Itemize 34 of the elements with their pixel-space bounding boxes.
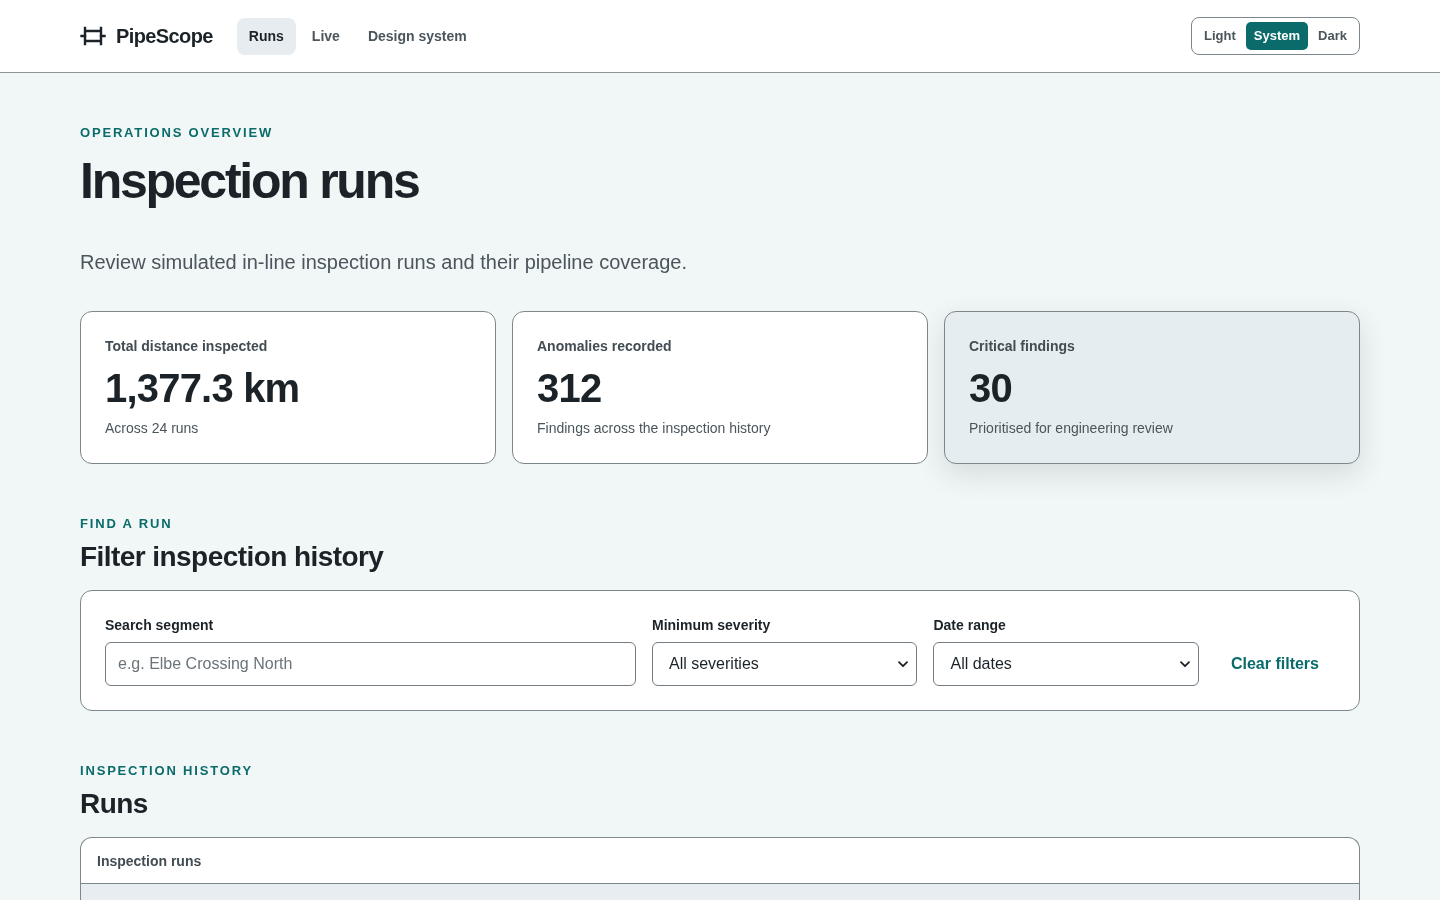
stat-note: Across 24 runs xyxy=(105,419,200,438)
section-eyebrow: OPERATIONS OVERVIEW xyxy=(80,124,274,142)
brand-name: PipeScope xyxy=(116,24,213,49)
nav-tab[interactable]: Runs xyxy=(236,17,296,55)
field-label: Date range xyxy=(933,616,1007,635)
clear-filters-link[interactable]: Clear filters xyxy=(1214,642,1335,686)
pipe-logo-icon xyxy=(80,26,106,46)
page-description: Review simulated in-line inspection runs and their pipeline coverage. xyxy=(80,250,688,275)
section-title: Filter inspection history xyxy=(80,540,385,574)
section-eyebrow: FIND A RUN xyxy=(80,515,174,533)
section-title: Runs xyxy=(80,787,149,821)
chevron-down-icon xyxy=(1179,660,1190,668)
stat-value: 30 xyxy=(969,368,1013,408)
section-eyebrow: INSPECTION HISTORY xyxy=(80,762,254,780)
field-label: Search segment xyxy=(105,616,215,635)
table-caption: Inspection runs xyxy=(97,851,202,871)
theme-option[interactable]: Light xyxy=(1196,22,1244,50)
select-field[interactable]: All dates xyxy=(933,642,1199,686)
search-field[interactable]: e.g. Elbe Crossing North xyxy=(105,642,636,686)
stat-label: Critical findings xyxy=(969,337,1076,356)
nav-tab[interactable]: Live xyxy=(299,17,352,55)
page-title: Inspection runs xyxy=(80,156,420,206)
stat-note: Prioritised for engineering review xyxy=(969,419,1174,438)
theme-option[interactable]: System xyxy=(1245,22,1309,50)
stat-label: Total distance inspected xyxy=(105,337,269,356)
nav-tab[interactable]: Design system xyxy=(355,17,479,55)
field-label: Minimum severity xyxy=(651,616,772,635)
stat-value: 312 xyxy=(537,368,603,408)
theme-option[interactable]: Dark xyxy=(1310,22,1355,50)
stat-value: 1,377.3 km xyxy=(105,368,301,408)
chevron-down-icon xyxy=(898,660,909,668)
stat-label: Anomalies recorded xyxy=(537,337,673,356)
select-field[interactable]: All severities xyxy=(651,642,918,686)
stat-note: Findings across the inspection history xyxy=(537,419,772,438)
